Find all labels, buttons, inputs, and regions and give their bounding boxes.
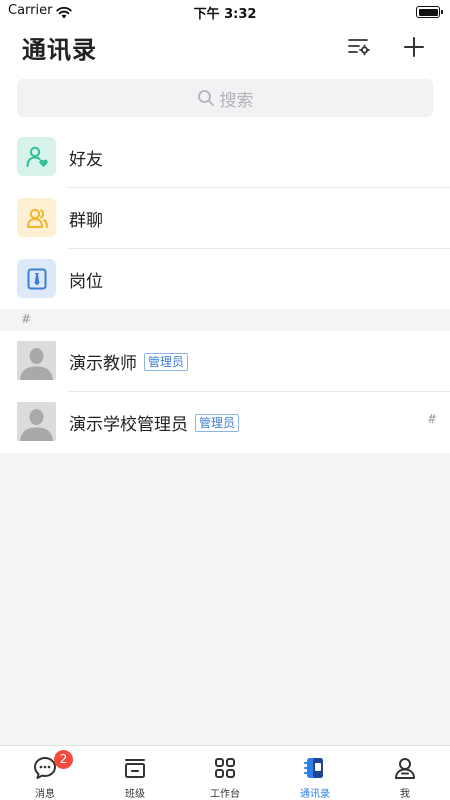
tab-label: 通讯录: [300, 789, 330, 800]
tab-me[interactable]: 我: [360, 746, 450, 800]
profile-icon: [392, 755, 418, 781]
index-bar-hash[interactable]: #: [427, 412, 437, 426]
list-item-label: 群聊: [69, 211, 103, 231]
default-avatar-icon: [17, 341, 56, 380]
search-icon: [197, 90, 214, 106]
workbench-icon: [212, 755, 238, 781]
contacts-icon: [302, 755, 328, 781]
contact-list: 演示教师 管理员 演示学校管理员 管理员 #: [0, 331, 450, 453]
contact-name: 演示教师 管理员: [69, 349, 189, 374]
contact-row[interactable]: 演示教师 管理员: [0, 331, 450, 392]
unread-badge: 2: [54, 750, 73, 769]
list-settings-button[interactable]: [344, 32, 374, 62]
tab-label: 消息: [35, 789, 55, 800]
friends-icon: [17, 137, 56, 176]
page-title: 通讯录: [22, 36, 97, 64]
avatar: [17, 341, 56, 380]
contact-name-text: 演示学校管理员: [69, 415, 188, 435]
admin-badge: 管理员: [144, 352, 189, 371]
tab-bar: 2 消息 班级 工作台 通讯录 我: [0, 745, 450, 800]
tab-label: 我: [400, 789, 410, 800]
position-icon: [17, 259, 56, 298]
list-item-group-chats[interactable]: 群聊: [0, 188, 450, 249]
header: 通讯录: [0, 24, 450, 70]
tab-class[interactable]: 班级: [90, 746, 180, 800]
class-icon: [122, 755, 148, 781]
tab-workbench[interactable]: 工作台: [180, 746, 270, 800]
list-item-label: 岗位: [69, 272, 103, 292]
search-area: 搜索: [0, 70, 450, 127]
list-settings-icon: [348, 39, 370, 56]
status-bar: Carrier 下午 3:32: [0, 0, 450, 24]
tab-contacts[interactable]: 通讯录: [270, 746, 360, 800]
battery-icon: [416, 6, 443, 18]
clock: 下午 3:32: [193, 7, 257, 22]
tab-label: 班级: [125, 789, 145, 800]
section-header: #: [0, 309, 450, 331]
add-button[interactable]: [399, 32, 429, 62]
admin-badge: 管理员: [195, 413, 240, 432]
section-label: #: [21, 312, 32, 326]
search-input[interactable]: 搜索: [17, 79, 433, 117]
list-item-positions[interactable]: 岗位: [0, 249, 450, 310]
list-item-friends[interactable]: 好友: [0, 127, 450, 188]
default-avatar-icon: [17, 402, 56, 441]
plus-icon: [404, 37, 424, 57]
group-chat-icon: [17, 198, 56, 237]
search-placeholder: 搜索: [219, 90, 254, 111]
tab-label: 工作台: [210, 789, 240, 800]
list-item-label: 好友: [69, 150, 103, 170]
contact-name: 演示学校管理员 管理员: [69, 410, 240, 435]
function-list: 好友 群聊 岗位: [0, 127, 450, 309]
contact-row[interactable]: 演示学校管理员 管理员 #: [0, 392, 450, 453]
contact-name-text: 演示教师: [69, 354, 137, 374]
tab-messages[interactable]: 2 消息: [0, 746, 90, 800]
avatar: [17, 402, 56, 441]
